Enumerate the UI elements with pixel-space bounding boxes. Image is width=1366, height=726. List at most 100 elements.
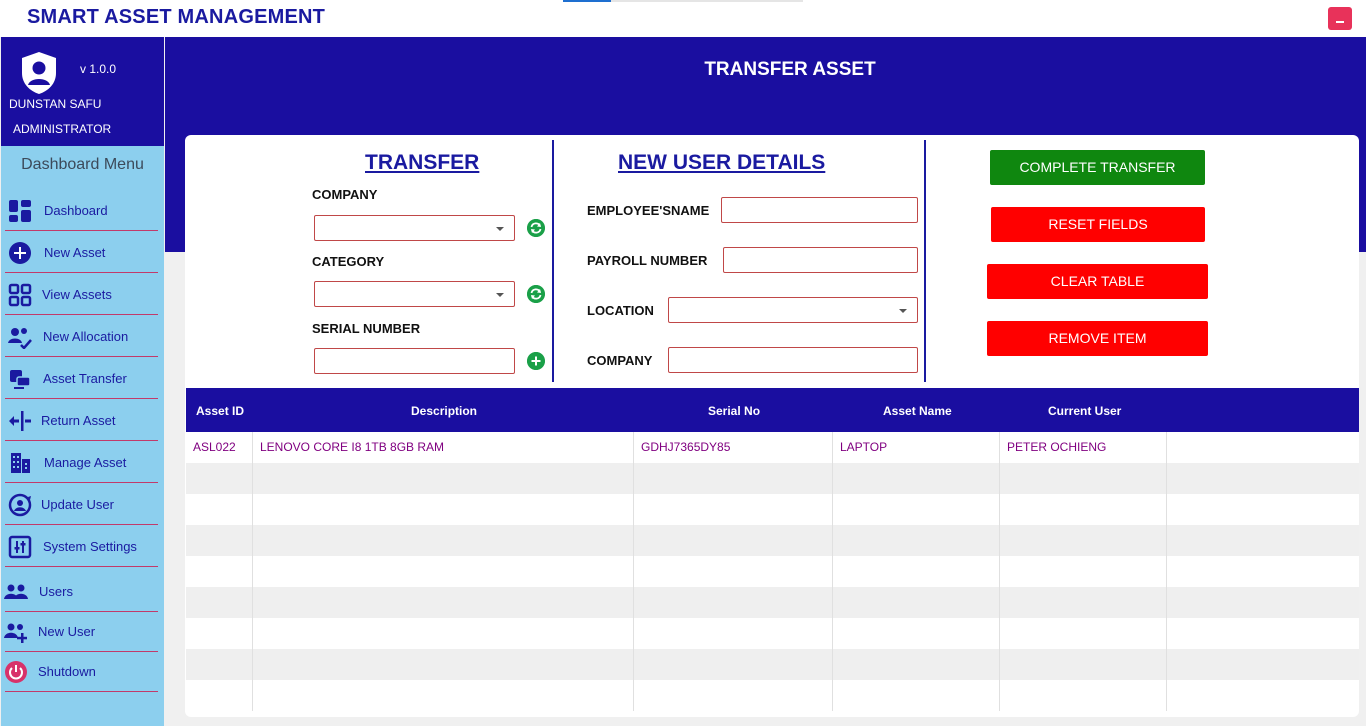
transfer-section-title: TRANSFER [365,151,480,174]
menu-title: Dashboard Menu [21,156,144,173]
table-cell-empty [253,494,634,525]
table-cell-empty [634,680,833,711]
table-cell-empty [253,463,634,494]
title-bar: SMART ASSET MANAGEMENT [0,0,1366,37]
table-cell-empty [833,494,1000,525]
table-cell-empty [833,618,1000,649]
table-row-empty [186,649,1359,680]
transfer-icon [10,370,31,389]
sidebar: v 1.0.0 DUNSTAN SAFU ADMINISTRATOR Dashb… [1,37,164,726]
sidebar-item-update-user[interactable]: Update User [1,485,164,525]
minimize-button[interactable] [1328,7,1352,30]
table-cell-empty [1000,680,1167,711]
category-label: CATEGORY [312,254,385,269]
add-circle-icon [9,242,31,264]
sidebar-item-manage-asset[interactable]: Manage Asset [1,443,164,483]
column-header-asset-id[interactable]: Asset ID [196,404,244,418]
table-cell-empty [833,556,1000,587]
building-icon [11,453,30,473]
table-cell-empty [1000,556,1167,587]
user-role: ADMINISTRATOR [13,122,112,136]
table-cell-empty [634,649,833,680]
sidebar-item-new-allocation[interactable]: New Allocation [1,317,164,357]
sidebar-item-return-asset[interactable]: Return Asset [1,401,164,441]
sidebar-item-label: New Asset [44,245,106,260]
sidebar-item-label: Shutdown [38,664,96,679]
divider [5,356,158,357]
divider [5,524,158,525]
table-cell-empty [634,463,833,494]
reset-fields-button[interactable]: RESET FIELDS [991,207,1205,242]
divider [5,691,158,692]
add-icon[interactable] [527,352,545,370]
top-tab-strip [563,0,803,2]
table-cell-empty [186,587,253,618]
table-cell-empty [833,587,1000,618]
cell-current-user: PETER OCHIENG [1000,432,1167,463]
remove-item-button[interactable]: REMOVE ITEM [987,321,1208,356]
divider [5,482,158,483]
table-row-empty [186,525,1359,556]
payroll-number-input[interactable] [723,247,918,273]
column-header-description[interactable]: Description [411,404,477,418]
table-cell-empty [634,494,833,525]
column-header-serial-no[interactable]: Serial No [708,404,760,418]
sidebar-item-label: View Assets [42,287,112,302]
employee-name-label: EMPLOYEE'SNAME [587,203,710,218]
sidebar-item-label: Return Asset [41,413,116,428]
new-company-label: COMPANY [587,353,653,368]
settings-icon [8,535,32,559]
sidebar-item-asset-transfer[interactable]: Asset Transfer [1,359,164,399]
table-cell-empty [634,556,833,587]
sidebar-item-label: Dashboard [44,203,108,218]
table-cell-empty [186,494,253,525]
category-select[interactable] [314,281,515,307]
employee-name-input[interactable] [721,197,918,223]
sidebar-item-shutdown[interactable]: Shutdown [1,652,164,692]
table-cell-empty [634,618,833,649]
section-divider [552,140,554,382]
page-title: TRANSFER ASSET [704,59,876,80]
grid-icon [8,283,32,307]
sidebar-item-new-user[interactable]: New User [1,612,164,652]
location-label: LOCATION [587,303,654,318]
sidebar-item-label: Manage Asset [44,455,127,470]
sidebar-item-system-settings[interactable]: System Settings [1,527,164,567]
table-cell-empty [634,587,833,618]
table-cell-empty [186,556,253,587]
table-cell-empty [833,649,1000,680]
sidebar-item-label: Update User [41,497,114,512]
sidebar-item-dashboard[interactable]: Dashboard [1,191,164,231]
return-icon [9,411,31,431]
cell-asset-name: LAPTOP [833,432,1000,463]
payroll-number-label: PAYROLL NUMBER [587,253,708,268]
refresh-icon[interactable] [527,219,545,237]
table-cell-empty [1000,618,1167,649]
clear-table-button[interactable]: CLEAR TABLE [987,264,1208,299]
sidebar-item-view-assets[interactable]: View Assets [1,275,164,315]
location-select[interactable] [668,297,918,323]
table-cell-empty [186,649,253,680]
table-cell-empty [833,525,1000,556]
table-cell-empty [253,680,634,711]
sidebar-item-users[interactable]: Users [1,572,164,612]
refresh-icon[interactable] [527,285,545,303]
user-check-icon [8,328,32,349]
sidebar-item-new-asset[interactable]: New Asset [1,233,164,273]
table-cell-empty [253,587,634,618]
sidebar-item-label: New Allocation [43,329,129,344]
user-add-icon [4,623,27,643]
column-header-current-user[interactable]: Current User [1048,404,1121,418]
table-cell-empty [253,556,634,587]
column-header-asset-name[interactable]: Asset Name [883,404,952,418]
table-cell-empty [833,463,1000,494]
serial-number-input[interactable] [314,348,515,374]
table-row[interactable]: ASL022 LENOVO CORE I8 1TB 8GB RAM GDHJ73… [186,432,1359,463]
cell-asset-id: ASL022 [186,432,253,463]
table-cell-empty [186,463,253,494]
new-company-input[interactable] [668,347,918,373]
user-shield-icon [22,52,56,94]
complete-transfer-button[interactable]: COMPLETE TRANSFER [990,150,1205,185]
user-sync-icon [8,493,32,517]
company-select[interactable] [314,215,515,241]
